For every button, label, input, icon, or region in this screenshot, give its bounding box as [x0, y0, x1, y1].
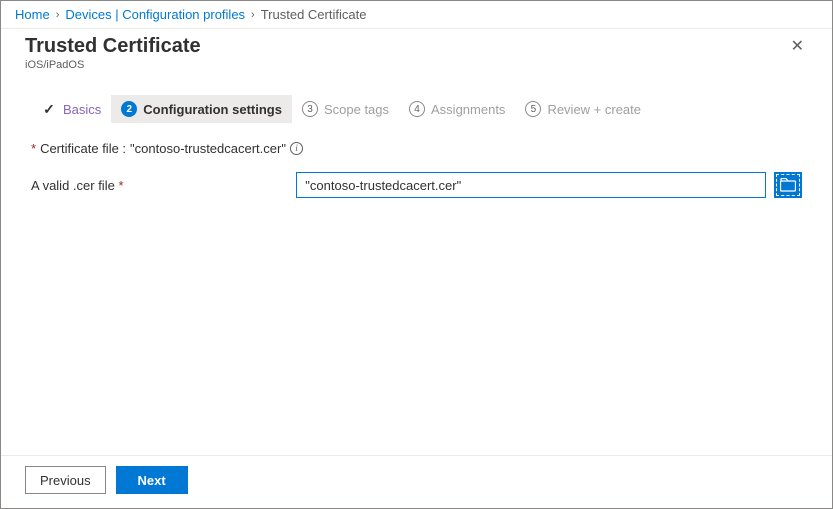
page-subtitle: iOS/iPadOS: [25, 59, 201, 71]
breadcrumb-home[interactable]: Home: [15, 7, 50, 22]
form-content: * Certificate file : "contoso-trustedcac…: [1, 133, 832, 455]
step-review-create[interactable]: 5 Review + create: [515, 95, 651, 123]
step-number-badge: 5: [525, 101, 541, 117]
close-icon[interactable]: ✕: [787, 35, 808, 59]
wizard-footer: Previous Next: [1, 455, 832, 508]
step-number-badge: 4: [409, 101, 425, 117]
wizard-steps: ✓ Basics 2 Configuration settings 3 Scop…: [1, 73, 832, 133]
required-marker: *: [31, 141, 36, 156]
valid-cer-file-row: A valid .cer file *: [31, 172, 802, 198]
step-number-badge: 2: [121, 101, 137, 117]
cert-file-label-prefix: Certificate file :: [40, 141, 126, 156]
step-label: Scope tags: [324, 102, 389, 117]
chevron-right-icon: ›: [56, 9, 60, 21]
window-frame: Home › Devices | Configuration profiles …: [0, 0, 833, 509]
check-icon: ✓: [41, 101, 57, 117]
required-marker: *: [118, 178, 123, 193]
info-icon[interactable]: i: [290, 142, 303, 155]
cert-file-name: "contoso-trustedcacert.cer": [130, 141, 286, 156]
browse-file-button[interactable]: [774, 172, 802, 198]
step-label: Basics: [63, 102, 101, 117]
folder-icon: [780, 178, 796, 192]
step-assignments[interactable]: 4 Assignments: [399, 95, 515, 123]
breadcrumb-devices-config[interactable]: Devices | Configuration profiles: [65, 7, 245, 22]
step-label: Review + create: [547, 102, 641, 117]
breadcrumb-current: Trusted Certificate: [261, 7, 367, 22]
certificate-file-heading: * Certificate file : "contoso-trustedcac…: [31, 141, 802, 156]
step-label: Configuration settings: [143, 102, 282, 117]
previous-button[interactable]: Previous: [25, 466, 106, 494]
page-header: Trusted Certificate iOS/iPadOS ✕: [1, 29, 832, 73]
next-button[interactable]: Next: [116, 466, 188, 494]
valid-cer-file-input[interactable]: [296, 172, 766, 198]
title-block: Trusted Certificate iOS/iPadOS: [25, 35, 201, 71]
step-label: Assignments: [431, 102, 505, 117]
valid-cer-file-label: A valid .cer file *: [31, 178, 288, 193]
step-configuration-settings[interactable]: 2 Configuration settings: [111, 95, 292, 123]
chevron-right-icon: ›: [251, 9, 255, 21]
step-scope-tags[interactable]: 3 Scope tags: [292, 95, 399, 123]
step-basics[interactable]: ✓ Basics: [31, 95, 111, 123]
breadcrumb: Home › Devices | Configuration profiles …: [1, 1, 832, 29]
step-number-badge: 3: [302, 101, 318, 117]
page-title: Trusted Certificate: [25, 35, 201, 58]
